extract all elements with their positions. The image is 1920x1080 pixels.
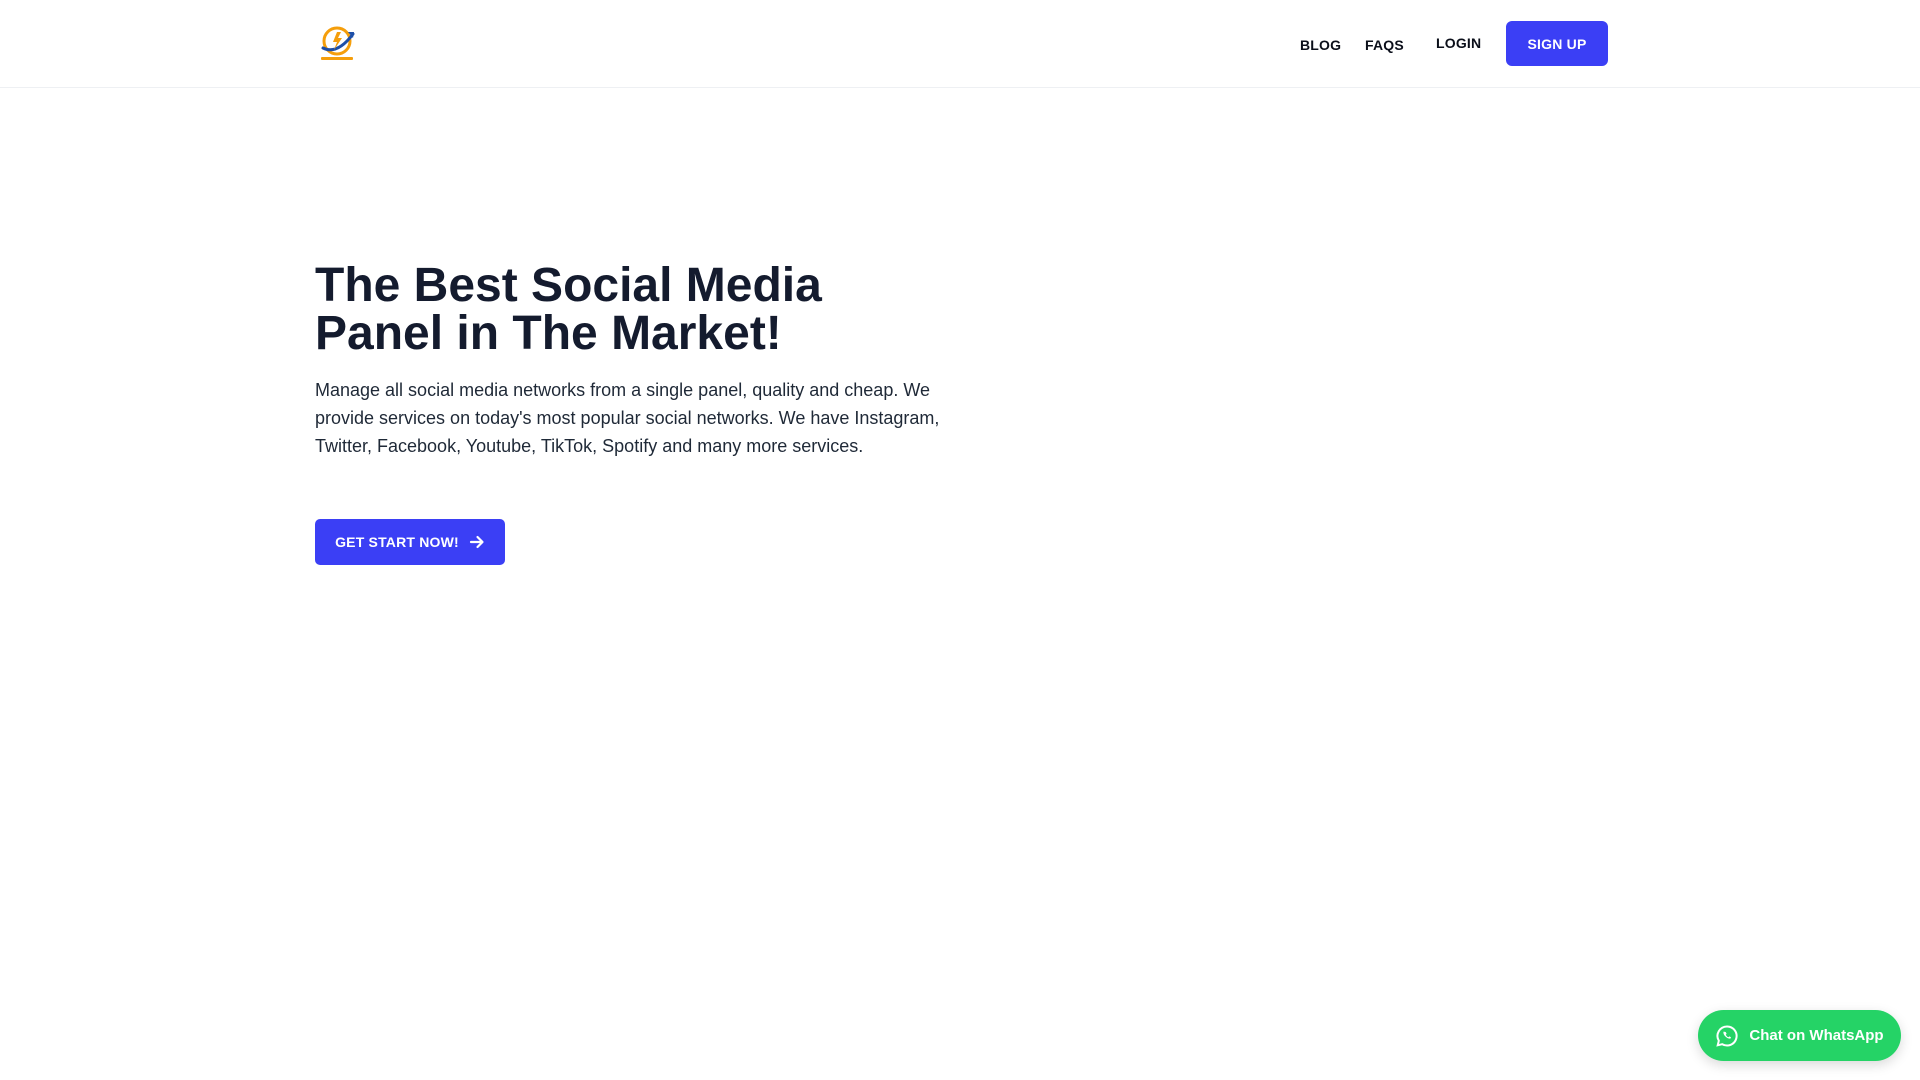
signup-button[interactable]: SIGN UP [1506, 21, 1608, 66]
nav-faqs-link[interactable]: FAQS [1365, 35, 1404, 55]
top-navigation-bar: BLOG FAQS LOGIN SIGN UP [0, 0, 1920, 88]
whatsapp-chat-button[interactable]: Chat on WhatsApp [1698, 1010, 1901, 1061]
nav-login-link[interactable]: LOGIN [1436, 33, 1481, 53]
hero-title: The Best Social Media Panel in The Marke… [315, 259, 822, 360]
whatsapp-icon [1716, 1024, 1739, 1047]
get-started-label: GET START NOW! [335, 534, 459, 550]
hero-description: Manage all social media networks from a … [315, 380, 940, 456]
whatsapp-label: Chat on WhatsApp [1749, 1027, 1884, 1044]
get-started-button[interactable]: GET START NOW! [315, 519, 505, 565]
brand-logo[interactable] [315, 22, 359, 66]
brand-logo-icon [321, 26, 355, 60]
nav-blog-link[interactable]: BLOG [1300, 35, 1341, 55]
arrow-right-icon [469, 535, 484, 549]
